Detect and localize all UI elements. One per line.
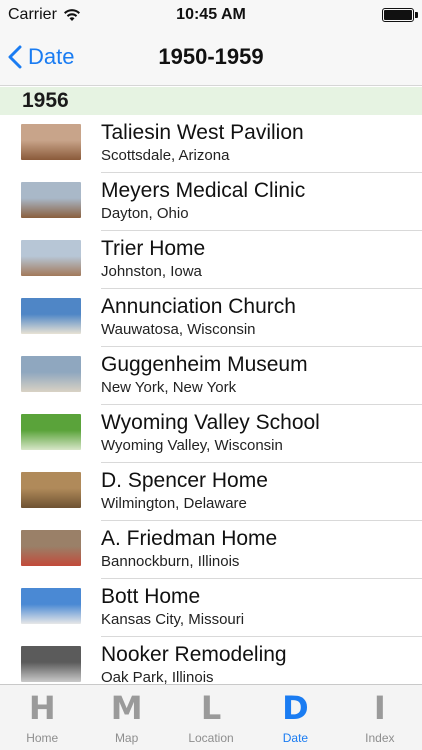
tab-label: Home xyxy=(26,731,59,745)
list-item-title: Annunciation Church xyxy=(101,295,296,318)
building-thumbnail xyxy=(21,124,81,160)
list-item-location: Wilmington, Delaware xyxy=(101,495,247,512)
tab-label: Map xyxy=(114,731,139,745)
building-thumbnail xyxy=(21,646,81,682)
list-item-title: A. Friedman Home xyxy=(101,527,278,550)
list-item-title: Meyers Medical Clinic xyxy=(101,179,306,202)
tab-home[interactable]: H Home xyxy=(0,685,84,750)
list-item-location: Oak Park, Illinois xyxy=(101,669,214,684)
tab-letter-icon: M xyxy=(110,689,143,727)
tab-label: Index xyxy=(365,731,395,745)
battery-level xyxy=(384,10,412,20)
page-title: 1950-1959 xyxy=(158,44,264,69)
list-item[interactable]: Meyers Medical Clinic Dayton, Ohio xyxy=(0,173,422,231)
navigation-bar: Date 1950-1959 xyxy=(0,30,422,86)
list-item-location: Dayton, Ohio xyxy=(101,205,189,222)
list-item-location: Wauwatosa, Wisconsin xyxy=(101,321,256,338)
list-item[interactable]: Annunciation Church Wauwatosa, Wisconsin xyxy=(0,289,422,347)
tab-letter-icon: L xyxy=(200,689,222,727)
list-item-location: Johnston, Iowa xyxy=(101,263,202,280)
tab-letter-icon: D xyxy=(282,689,309,727)
status-bar: Carrier 10:45 AM xyxy=(0,0,422,30)
list-item-title: Nooker Remodeling xyxy=(101,643,287,666)
building-thumbnail xyxy=(21,182,81,218)
tab-bar: H Home M Map L Location D Date I Index xyxy=(0,684,422,750)
tab-date[interactable]: D Date xyxy=(253,685,337,750)
building-list[interactable]: Taliesin West Pavilion Scottsdale, Arizon… xyxy=(0,115,422,684)
list-item-title: D. Spencer Home xyxy=(101,469,268,492)
list-item-location: Bannockburn, Illinois xyxy=(101,553,240,570)
list-item[interactable]: Taliesin West Pavilion Scottsdale, Arizon… xyxy=(0,115,422,173)
list-item-location: Wyoming Valley, Wisconsin xyxy=(101,437,283,454)
list-item[interactable]: Guggenheim Museum New York, New York xyxy=(0,347,422,405)
list-item-location: Kansas City, Missouri xyxy=(101,611,245,628)
building-thumbnail xyxy=(21,356,81,392)
tab-index[interactable]: I Index xyxy=(338,685,422,750)
list-item-location: Scottsdale, Arizona xyxy=(101,147,230,164)
list-item-title: Guggenheim Museum xyxy=(101,353,308,376)
tab-label: Date xyxy=(282,731,309,745)
status-time: 10:45 AM xyxy=(176,6,246,23)
list-item[interactable]: Bott Home Kansas City, Missouri xyxy=(0,579,422,637)
list-item-title: Bott Home xyxy=(101,585,201,608)
building-thumbnail xyxy=(21,530,81,566)
list-item[interactable]: Trier Home Johnston, Iowa xyxy=(0,231,422,289)
list-item-title: Taliesin West Pavilion xyxy=(101,121,304,144)
list-item[interactable]: D. Spencer Home Wilmington, Delaware xyxy=(0,463,422,521)
tab-map[interactable]: M Map xyxy=(84,685,168,750)
list-item[interactable]: Wyoming Valley School Wyoming Valley, Wis… xyxy=(0,405,422,463)
list-item-title: Trier Home xyxy=(101,237,206,260)
list-item[interactable]: Nooker Remodeling Oak Park, Illinois xyxy=(0,637,422,684)
battery-tip xyxy=(415,12,418,18)
building-thumbnail xyxy=(21,240,81,276)
building-thumbnail xyxy=(21,298,81,334)
list-item-location: New York, New York xyxy=(101,379,237,396)
tab-label: Location xyxy=(188,731,234,745)
tab-letter-icon: I xyxy=(373,689,386,727)
tab-location[interactable]: L Location xyxy=(169,685,253,750)
list-item[interactable]: A. Friedman Home Bannockburn, Illinois xyxy=(0,521,422,579)
section-header-year: 1956 xyxy=(0,87,422,115)
tab-letter-icon: H xyxy=(28,689,56,727)
list-item-title: Wyoming Valley School xyxy=(101,411,320,434)
battery-icon xyxy=(382,8,414,22)
building-thumbnail xyxy=(21,414,81,450)
building-thumbnail xyxy=(21,588,81,624)
building-thumbnail xyxy=(21,472,81,508)
